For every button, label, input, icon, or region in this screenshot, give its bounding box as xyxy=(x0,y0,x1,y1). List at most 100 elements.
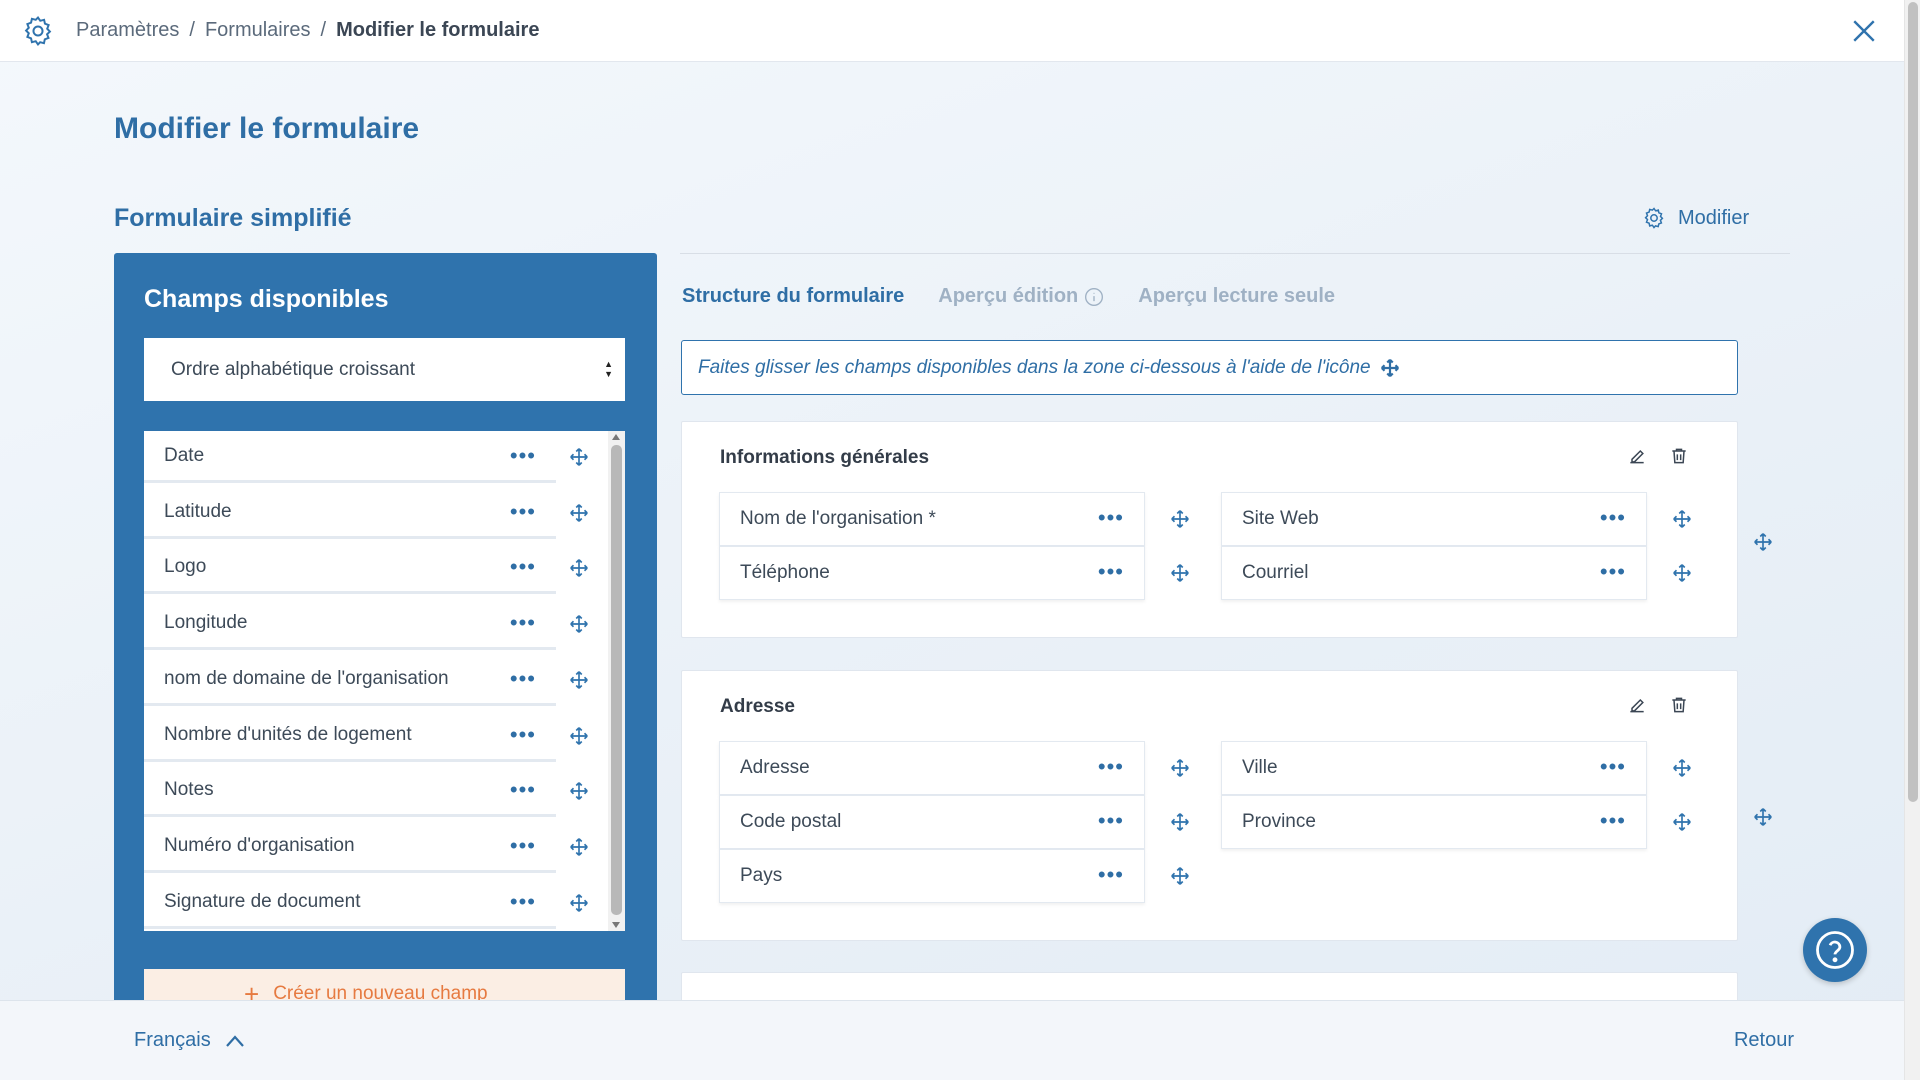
form-field: Adresse ••• xyxy=(719,741,1145,795)
section-actions xyxy=(1607,693,1691,717)
available-field-item: Notes ••• xyxy=(144,765,556,817)
page-scrollbar[interactable] xyxy=(1904,0,1920,1080)
field-options-button[interactable]: ••• xyxy=(510,889,536,915)
delete-section-button[interactable] xyxy=(1667,444,1691,468)
close-button[interactable] xyxy=(1846,13,1882,49)
field-drag-handle[interactable] xyxy=(562,542,596,594)
form-field: Code postal ••• xyxy=(719,795,1145,849)
available-field-label: Signature de document xyxy=(164,890,361,912)
edit-section-button[interactable] xyxy=(1625,444,1649,468)
create-field-button[interactable]: + Créer un nouveau champ xyxy=(144,969,625,1003)
field-options-button[interactable]: ••• xyxy=(1098,754,1124,780)
field-drag-handle[interactable] xyxy=(1668,754,1696,782)
field-drag-handle[interactable] xyxy=(1166,559,1194,587)
close-icon xyxy=(1853,20,1875,42)
language-selector[interactable]: Français xyxy=(134,1029,245,1052)
field-drag-handle[interactable] xyxy=(562,654,596,706)
field-drag-handle[interactable] xyxy=(562,821,596,873)
tab-readonly-preview[interactable]: Aperçu lecture seule xyxy=(1138,285,1335,308)
help-button[interactable] xyxy=(1803,918,1867,982)
available-field-item: Date ••• xyxy=(144,431,556,483)
field-options-button[interactable]: ••• xyxy=(510,554,536,580)
field-options-button[interactable]: ••• xyxy=(1600,808,1626,834)
field-options-button[interactable]: ••• xyxy=(1098,505,1124,531)
form-field: Téléphone ••• xyxy=(719,546,1145,600)
move-icon xyxy=(568,557,590,579)
move-icon xyxy=(1671,757,1693,779)
field-drag-handle[interactable] xyxy=(562,598,596,650)
form-field-label: Code postal xyxy=(740,811,842,832)
breadcrumb-item-formulaires[interactable]: Formulaires xyxy=(205,19,311,42)
breadcrumb-item-parametres[interactable]: Paramètres xyxy=(76,19,179,42)
available-fields-panel: Champs disponibles Ordre alphabétique cr… xyxy=(114,253,657,1003)
field-options-button[interactable]: ••• xyxy=(1098,862,1124,888)
field-drag-handle[interactable] xyxy=(1668,808,1696,836)
available-field-label: Logo xyxy=(164,555,207,577)
available-field-item: Numéro d'organisation ••• xyxy=(144,821,556,873)
form-field-label: Téléphone xyxy=(740,562,830,583)
top-bar: Paramètres / Formulaires / Modifier le f… xyxy=(0,0,1904,62)
field-options-button[interactable]: ••• xyxy=(1098,559,1124,585)
field-options-button[interactable]: ••• xyxy=(510,777,536,803)
form-field: Site Web ••• xyxy=(1221,492,1647,546)
field-drag-handle[interactable] xyxy=(1166,862,1194,890)
field-options-button[interactable]: ••• xyxy=(510,833,536,859)
section-drag-handle[interactable] xyxy=(1749,803,1777,831)
list-scrollbar[interactable] xyxy=(608,431,625,931)
move-icon xyxy=(1379,357,1401,379)
delete-section-button[interactable] xyxy=(1667,693,1691,717)
move-icon xyxy=(568,892,590,914)
section-actions xyxy=(1607,444,1691,468)
modify-form-button[interactable]: Modifier xyxy=(1642,206,1749,230)
field-drag-handle[interactable] xyxy=(1166,808,1194,836)
field-drag-handle[interactable] xyxy=(1668,505,1696,533)
field-drag-handle[interactable] xyxy=(1668,559,1696,587)
section-drag-handle[interactable] xyxy=(1749,528,1777,556)
form-name: Formulaire simplifié xyxy=(114,204,352,232)
section-title: Adresse xyxy=(720,696,795,717)
drag-hint-text: Faites glisser les champs disponibles da… xyxy=(698,356,1371,378)
form-field-label: Ville xyxy=(1242,757,1278,778)
form-field-label: Province xyxy=(1242,811,1316,832)
edit-section-button[interactable] xyxy=(1625,693,1649,717)
field-options-button[interactable]: ••• xyxy=(1600,754,1626,780)
field-options-button[interactable]: ••• xyxy=(510,499,536,525)
move-icon xyxy=(1671,811,1693,833)
field-drag-handle[interactable] xyxy=(1166,754,1194,782)
field-drag-handle[interactable] xyxy=(562,431,596,483)
help-icon xyxy=(1816,931,1854,969)
tab-structure[interactable]: Structure du formulaire xyxy=(682,285,904,308)
tab-edit-preview[interactable]: Aperçu édition xyxy=(938,285,1104,308)
move-icon xyxy=(568,780,590,802)
field-options-button[interactable]: ••• xyxy=(1600,505,1626,531)
gear-icon xyxy=(1644,207,1664,229)
field-drag-handle[interactable] xyxy=(562,710,596,762)
select-arrows-icon: ▲ ▼ xyxy=(604,359,613,379)
field-options-button[interactable]: ••• xyxy=(510,666,536,692)
back-button[interactable]: Retour xyxy=(1734,1029,1794,1052)
field-drag-handle[interactable] xyxy=(562,765,596,817)
move-icon xyxy=(1169,562,1191,584)
modify-label: Modifier xyxy=(1678,206,1750,229)
pencil-icon xyxy=(1630,698,1644,713)
form-section: Adresse Adresse ••• Code postal ••• Pays… xyxy=(681,670,1738,941)
available-field-label: Nombre d'unités de logement xyxy=(164,723,412,745)
field-drag-handle[interactable] xyxy=(562,487,596,539)
move-icon xyxy=(1169,757,1191,779)
page-title: Modifier le formulaire xyxy=(114,112,420,145)
sort-order-select[interactable]: Ordre alphabétique croissant ▲ ▼ xyxy=(144,338,625,401)
move-icon xyxy=(568,502,590,524)
section-title: Informations générales xyxy=(720,447,930,468)
field-options-button[interactable]: ••• xyxy=(510,443,536,469)
field-options-button[interactable]: ••• xyxy=(1098,808,1124,834)
sort-order-value: Ordre alphabétique croissant xyxy=(171,358,415,380)
field-options-button[interactable]: ••• xyxy=(510,722,536,748)
info-icon xyxy=(1084,287,1104,307)
available-field-item: nom de domaine de l'organisation ••• xyxy=(144,654,556,706)
field-drag-handle[interactable] xyxy=(562,877,596,929)
field-options-button[interactable]: ••• xyxy=(1600,559,1626,585)
available-field-label: Longitude xyxy=(164,611,248,633)
field-options-button[interactable]: ••• xyxy=(510,610,536,636)
field-drag-handle[interactable] xyxy=(1166,505,1194,533)
move-icon xyxy=(1169,508,1191,530)
